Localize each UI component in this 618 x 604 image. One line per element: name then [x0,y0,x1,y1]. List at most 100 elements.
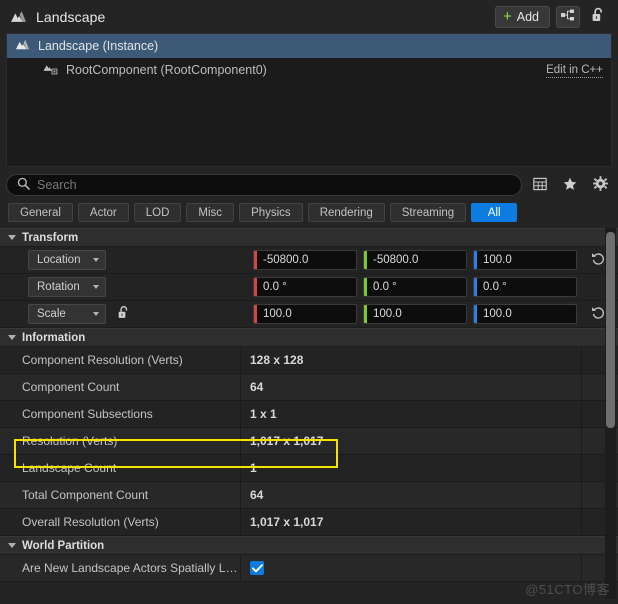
scale-y-value: 100.0 [373,308,402,320]
location-z-field[interactable]: 100.0 [473,250,577,270]
scale-z-value: 100.0 [483,308,512,320]
property-value: 1,017 x 1,017 [240,509,581,535]
column-view-icon [533,177,547,194]
settings-gear-icon [592,176,608,194]
favorites-star-icon [563,177,577,194]
filter-tab-general[interactable]: General [8,203,73,222]
filter-tab-all[interactable]: All [471,203,518,222]
table-row: Component Count 64 [0,374,618,401]
section-header-information[interactable]: Information [0,328,618,347]
rotation-z-field[interactable]: 0.0 ° [473,277,577,297]
scale-lock-button[interactable] [110,305,136,323]
favorites-button[interactable] [558,174,582,196]
section-title: Transform [22,231,79,244]
chevron-down-icon [93,312,99,316]
settings-button[interactable] [588,174,612,196]
rotation-y-field[interactable]: 0.0 ° [363,277,467,297]
search-box[interactable] [6,174,522,196]
rotation-mode-dropdown[interactable]: Rotation [28,277,106,297]
chevron-down-icon [8,543,16,548]
scale-x-field[interactable]: 100.0 [253,304,357,324]
table-row-resolution-verts: Resolution (Verts) 1,017 x 1,017 [0,428,618,455]
section-title: Information [22,331,86,344]
location-label: Location [37,254,81,266]
property-label: Component Resolution (Verts) [22,353,183,367]
component-graph-button[interactable] [556,5,580,28]
scale-z-field[interactable]: 100.0 [473,304,577,324]
lock-panel-button[interactable] [586,6,610,28]
edit-in-cpp-link[interactable]: Edit in C++ [546,63,603,78]
table-row: Overall Resolution (Verts) 1,017 x 1,017 [0,509,618,536]
add-button[interactable]: + Add [494,5,550,28]
section-title: World Partition [22,539,105,552]
filter-tab-actor[interactable]: Actor [77,203,129,222]
property-value: 1 x 1 [240,401,581,427]
property-label: Overall Resolution (Verts) [22,515,159,529]
details-scrollbar-thumb[interactable] [606,232,615,428]
axis-y-indicator [364,305,367,323]
scale-mode-dropdown[interactable]: Scale [28,304,106,324]
landscape-mountain-icon [15,37,30,55]
scale-label: Scale [37,308,66,320]
tree-item-landscape-instance[interactable]: Landscape (Instance) [7,34,611,58]
chevron-down-icon [8,235,16,240]
filter-tab-misc[interactable]: Misc [186,203,235,222]
property-value-checkbox [240,555,581,581]
property-value: 64 [240,482,581,508]
plus-icon: + [502,8,512,25]
location-y-field[interactable]: -50800.0 [363,250,467,270]
details-scrollbar-track[interactable] [605,228,616,599]
transform-row-location: Location -50800.0 -50800.0 100.0 [0,247,618,274]
root-component-icon [43,61,58,79]
rotation-z-value: 0.0 ° [483,281,507,293]
axis-z-indicator [474,278,477,296]
chevron-down-icon [93,258,99,262]
transform-row-scale: Scale 100.0 100.0 100.0 [0,301,618,328]
unlocked-padlock-icon [591,7,605,26]
rotation-y-value: 0.0 ° [373,281,397,293]
rotation-x-value: 0.0 ° [263,281,287,293]
section-header-world-partition[interactable]: World Partition [0,536,618,555]
filter-tab-lod[interactable]: LOD [133,203,182,222]
property-value: 1 [240,455,581,481]
add-button-label: Add [516,9,539,24]
landscape-mountain-icon [10,8,27,25]
scale-x-value: 100.0 [263,308,292,320]
component-graph-icon [561,9,575,24]
axis-y-indicator [364,251,367,269]
property-label: Component Subsections [22,407,153,421]
reset-arrow-icon [591,306,605,322]
page-title: Landscape [36,8,106,25]
tree-item-label: RootComponent (RootComponent0) [66,63,267,77]
transform-row-rotation: Rotation 0.0 ° 0.0 ° 0.0 ° [0,274,618,301]
section-header-transform[interactable]: Transform [0,228,618,247]
property-value: 1,017 x 1,017 [240,428,581,454]
chevron-down-icon [8,335,16,340]
rotation-fields: 0.0 ° 0.0 ° 0.0 ° [253,277,618,297]
location-x-field[interactable]: -50800.0 [253,250,357,270]
property-label: Landscape Count [22,461,117,475]
property-label: Are New Landscape Actors Spatially Loa… [22,561,240,575]
property-label: Resolution (Verts) [22,434,118,448]
axis-x-indicator [254,278,257,296]
axis-z-indicator [474,251,477,269]
rotation-x-field[interactable]: 0.0 ° [253,277,357,297]
scale-fields: 100.0 100.0 100.0 [253,304,618,324]
unlocked-padlock-icon [117,305,130,323]
search-input[interactable] [37,178,511,192]
table-row: Landscape Count 1 [0,455,618,482]
table-row: Total Component Count 64 [0,482,618,509]
location-mode-dropdown[interactable]: Location [28,250,106,270]
filter-tab-physics[interactable]: Physics [239,203,303,222]
property-value: 64 [240,374,581,400]
spatially-loaded-checkbox[interactable] [250,561,264,575]
filter-tab-rendering[interactable]: Rendering [307,203,385,222]
filter-tab-streaming[interactable]: Streaming [389,203,467,222]
search-area [0,167,618,196]
filter-tab-bar: General Actor LOD Misc Physics Rendering… [0,196,618,228]
scale-y-field[interactable]: 100.0 [363,304,467,324]
column-view-button[interactable] [528,174,552,196]
table-row: Component Resolution (Verts) 128 x 128 [0,347,618,374]
tree-item-root-component[interactable]: RootComponent (RootComponent0) Edit in C… [7,58,611,82]
outliner-tree: Landscape (Instance) RootComponent (Root… [6,33,612,167]
